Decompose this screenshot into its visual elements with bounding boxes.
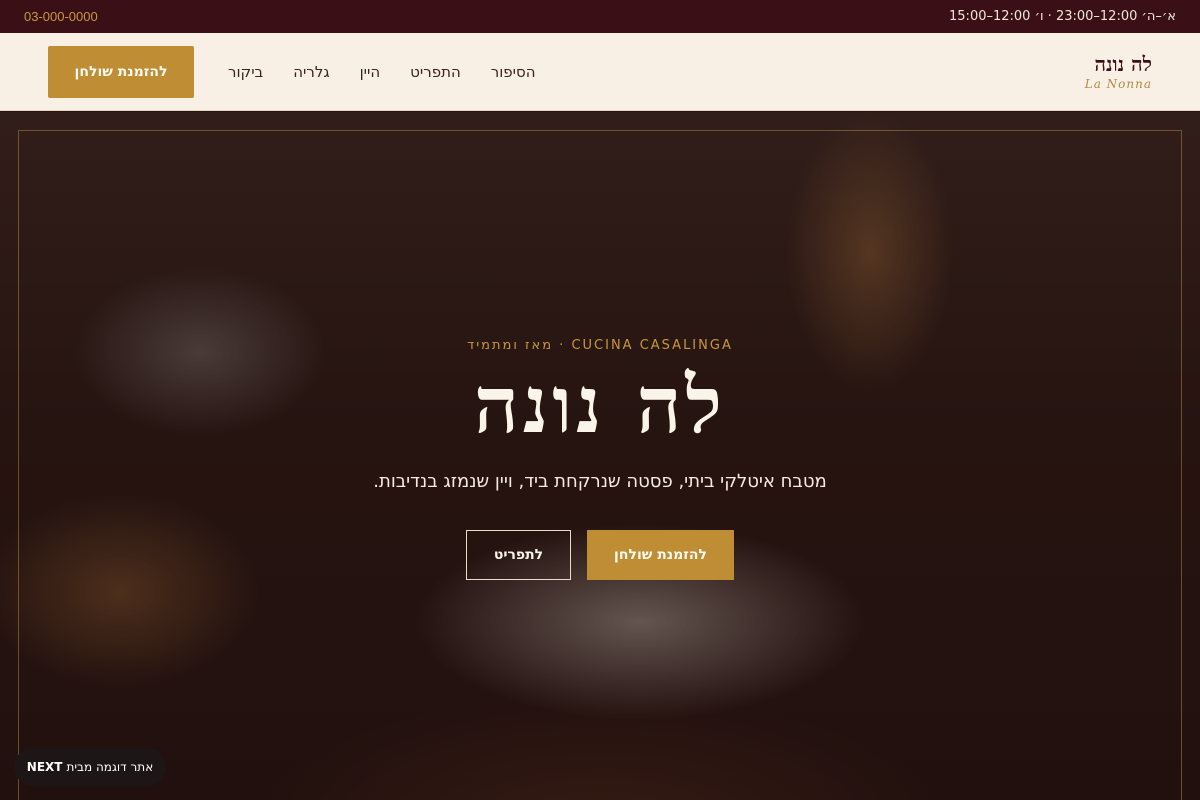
hero-tagline: מטבח איטלקי ביתי, פסטה שנרקחת ביד, ויין … bbox=[373, 471, 827, 492]
opening-hours: א׳–ה׳ 12:00–23:00 · ו׳ 12:00–15:00 bbox=[949, 9, 1176, 24]
main-nav: הסיפור התפריט היין גלריה ביקור bbox=[228, 63, 536, 81]
nav-item-visit[interactable]: ביקור bbox=[228, 63, 263, 81]
nav-item-wine[interactable]: היין bbox=[360, 63, 381, 81]
phone-number[interactable]: 03-000-0000 bbox=[24, 9, 98, 24]
hero-content: CUCINA CASALINGA · מאז ומתמיד לה נונה מט… bbox=[0, 112, 1200, 800]
badge-brand: NEXT bbox=[26, 760, 63, 774]
site-badge[interactable]: אתר דוגמה מבית NEXT bbox=[14, 748, 166, 786]
hero-kicker: CUCINA CASALINGA · מאז ומתמיד bbox=[467, 338, 733, 353]
hero-section: CUCINA CASALINGA · מאז ומתמיד לה נונה מט… bbox=[0, 112, 1200, 800]
hero-reserve-button[interactable]: להזמנת שולחן bbox=[587, 530, 734, 580]
badge-prefix: אתר דוגמה מבית bbox=[66, 760, 154, 774]
nav-item-story[interactable]: הסיפור bbox=[491, 63, 536, 81]
view-menu-button[interactable]: לתפריט bbox=[466, 530, 571, 580]
nav-item-menu[interactable]: התפריט bbox=[410, 63, 461, 81]
site-logo[interactable]: לה נונה La Nonna bbox=[1085, 52, 1152, 91]
logo-latin: La Nonna bbox=[1084, 77, 1152, 91]
logo-hebrew: לה נונה bbox=[1094, 52, 1152, 76]
top-bar: 03-000-0000 א׳–ה׳ 12:00–23:00 · ו׳ 12:00… bbox=[0, 0, 1200, 33]
site-header: להזמנת שולחן הסיפור התפריט היין גלריה בי… bbox=[0, 33, 1200, 111]
hero-buttons: לתפריט להזמנת שולחן bbox=[466, 530, 734, 580]
nav-item-gallery[interactable]: גלריה bbox=[293, 63, 329, 81]
reserve-table-button[interactable]: להזמנת שולחן bbox=[48, 45, 194, 98]
hero-title: לה נונה bbox=[473, 360, 727, 451]
